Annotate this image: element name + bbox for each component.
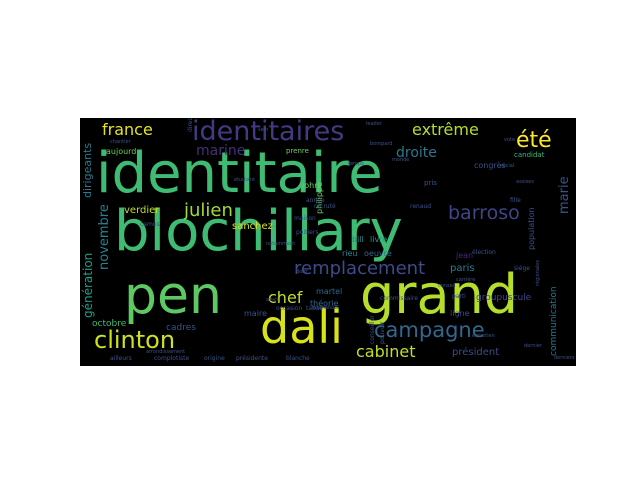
word-derniers: derniers	[554, 355, 575, 361]
word-occasion: occasion	[276, 305, 303, 312]
word-etudiant: étudiant	[234, 177, 255, 183]
word-conseiller: conseiller	[369, 315, 376, 344]
word-maison: maison	[294, 215, 316, 222]
word-commissaire: commissaire	[380, 295, 418, 302]
word-avait: avait	[266, 297, 279, 303]
word-jean: jean	[456, 251, 474, 260]
word-renaud: renaud	[410, 203, 432, 210]
word-cabinet: cabinet	[356, 342, 416, 361]
word-recrute: recruté	[314, 203, 336, 210]
word-emmanuel: emmanuel	[312, 305, 339, 311]
word-notamment: notamment	[266, 241, 296, 247]
word-dont: dont	[296, 269, 308, 275]
word-origine: origine	[204, 355, 225, 362]
word-sein: sein	[258, 127, 269, 133]
word-paris: paris	[450, 263, 475, 274]
word-extreme: extrême	[412, 120, 479, 139]
word-rieu: rieu	[342, 249, 358, 258]
word-julien: julien	[184, 200, 233, 221]
word-carriere: carrière	[456, 277, 476, 283]
word-ete: été	[516, 128, 552, 153]
word-livre: livre	[370, 235, 388, 244]
word-aujourd: aujourd	[106, 147, 137, 156]
word-martel: martel	[316, 287, 343, 296]
word-pen: pen	[124, 266, 222, 326]
word-ligne: ligne	[450, 309, 470, 318]
word-france: france	[102, 120, 153, 139]
word-cadres: cadres	[166, 323, 196, 333]
word-maire: maire	[244, 309, 267, 318]
word-cloud: identitaire blochillary pen grand dali i…	[80, 118, 576, 366]
word-vote: vote	[504, 137, 516, 143]
word-groupuscule: groupuscule	[476, 293, 532, 303]
word-arrondissement: arrondissement	[146, 349, 186, 355]
word-chantier: chantier	[110, 139, 131, 145]
word-annee: année	[306, 197, 325, 204]
word-population: population	[527, 207, 536, 250]
word-remplacement: remplacement	[294, 258, 426, 279]
word-marine: marine	[196, 143, 246, 159]
word-leader: leader	[366, 121, 382, 127]
word-election: élection	[472, 249, 496, 256]
word-conseil: conseil	[438, 283, 456, 289]
word-oeuvre: oeuvre	[364, 249, 392, 258]
word-complotiste: complotiste	[154, 355, 190, 362]
word-siege: siège	[514, 265, 530, 272]
word-john: john	[302, 181, 320, 190]
word-fille: fille	[510, 197, 521, 204]
word-bill: bill	[352, 235, 364, 244]
word-assises: assises	[516, 179, 534, 185]
word-bompard: bompard	[370, 141, 393, 147]
word-entretien: entretien	[472, 333, 495, 339]
word-pouvoir: pouvoir	[379, 321, 386, 344]
word-social: social	[500, 163, 515, 169]
word-dernier: dernier	[524, 343, 542, 349]
word-marie: marie	[557, 176, 572, 214]
word-barroso: barroso	[448, 202, 520, 224]
word-ailleurs: ailleurs	[110, 355, 132, 362]
word-sanchez: sanchez	[232, 221, 273, 232]
word-pris: pris	[424, 179, 437, 187]
word-candidat: candidat	[514, 151, 545, 159]
word-generation: génération	[81, 252, 95, 318]
word-regionales: régionales	[535, 260, 541, 286]
word-directeur: directeur	[187, 118, 194, 132]
word-novembre: novembre	[97, 204, 112, 270]
word-communication: communication	[549, 286, 559, 356]
word-temps: temps	[348, 161, 364, 167]
word-camus: camus	[140, 221, 160, 228]
word-verdier: verdier	[124, 205, 160, 216]
word-monde: monde	[392, 157, 410, 163]
word-blanche: blanche	[286, 355, 310, 362]
word-prenre: prenre	[286, 147, 309, 155]
word-presidente: présidente	[236, 355, 268, 362]
word-president: président	[452, 347, 500, 358]
word-poitiers: poitiers	[296, 229, 319, 236]
word-octobre: octobre	[92, 319, 127, 329]
word-campagne: campagne	[374, 318, 485, 342]
word-dirigeants: dirigeants	[81, 142, 94, 198]
word-parti: parti	[452, 293, 466, 300]
